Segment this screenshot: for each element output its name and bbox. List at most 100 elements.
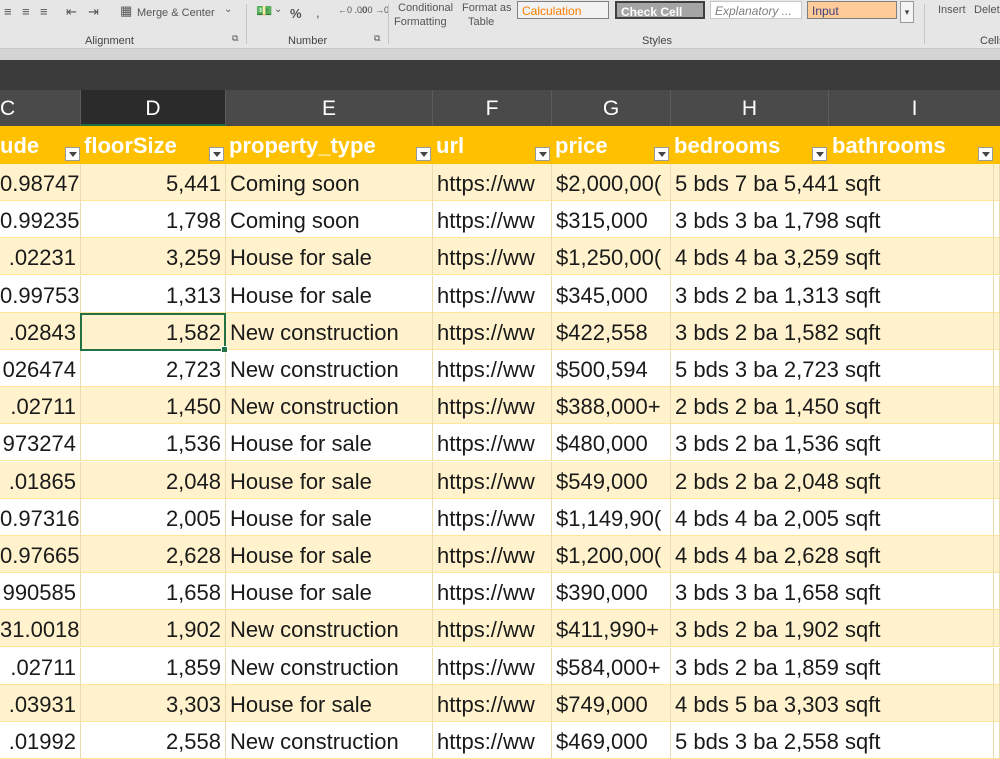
filter-dropdown-icon[interactable]: [209, 147, 224, 161]
next-column-cell[interactable]: [993, 275, 1000, 313]
next-column-cell[interactable]: [993, 201, 1000, 239]
floorsize-cell[interactable]: 3,303: [81, 684, 226, 722]
property-type-cell[interactable]: New construction: [226, 312, 433, 350]
price-cell[interactable]: $315,000: [552, 201, 671, 239]
property-type-cell[interactable]: Coming soon: [226, 201, 433, 239]
longitude-cell[interactable]: 0.99753: [0, 275, 81, 313]
next-column-cell[interactable]: [993, 498, 1000, 536]
style-input[interactable]: Input: [807, 1, 897, 19]
conditional-formatting-button[interactable]: Conditional: [398, 2, 453, 14]
property-type-cell[interactable]: House for sale: [226, 238, 433, 276]
longitude-cell[interactable]: .01865: [0, 461, 81, 499]
style-explanatory[interactable]: Explanatory ...: [710, 1, 802, 19]
format-as-table-button[interactable]: Format as: [462, 2, 512, 14]
filter-dropdown-icon[interactable]: [654, 147, 669, 161]
style-calculation[interactable]: Calculation: [517, 1, 609, 19]
longitude-cell[interactable]: 0.98747: [0, 164, 81, 201]
next-column-cell[interactable]: [993, 722, 1000, 759]
column-header-c[interactable]: C: [0, 90, 81, 126]
bedrooms-cell[interactable]: 3 bds 2 ba 1,859 sqft: [671, 648, 961, 685]
floorsize-cell[interactable]: 1,450: [81, 387, 226, 425]
url-cell[interactable]: https://ww: [433, 461, 552, 499]
longitude-cell[interactable]: .02711: [0, 387, 81, 425]
price-cell[interactable]: $2,000,00(: [552, 164, 671, 201]
property-type-cell[interactable]: House for sale: [226, 498, 433, 536]
bedrooms-cell[interactable]: 2 bds 2 ba 2,048 sqft: [671, 462, 961, 499]
bedrooms-cell[interactable]: 2 bds 2 ba 1,450 sqft: [671, 387, 961, 424]
longitude-cell[interactable]: 0.97665: [0, 536, 81, 573]
align-right-icon[interactable]: ≡: [40, 4, 48, 19]
floorsize-cell[interactable]: 1,798: [81, 201, 226, 239]
bedrooms-cell[interactable]: 5 bds 3 ba 2,558 sqft: [671, 722, 961, 759]
bedrooms-cell[interactable]: 4 bds 4 ba 2,005 sqft: [671, 499, 961, 536]
property-type-cell[interactable]: New construction: [226, 387, 433, 425]
floorsize-cell[interactable]: 2,048: [81, 461, 226, 499]
conditional-formatting-button-line2[interactable]: Formatting: [394, 16, 447, 28]
insert-button[interactable]: Insert: [938, 4, 966, 16]
price-cell[interactable]: $390,000: [552, 573, 671, 611]
column-header-d[interactable]: D: [81, 90, 226, 126]
floorsize-cell[interactable]: 1,902: [81, 610, 226, 648]
bedrooms-cell[interactable]: 3 bds 2 ba 1,902 sqft: [671, 610, 961, 647]
bedrooms-cell[interactable]: 4 bds 4 ba 2,628 sqft: [671, 536, 961, 573]
currency-icon[interactable]: 💵: [256, 3, 272, 19]
floorsize-cell[interactable]: 2,723: [81, 350, 226, 387]
url-cell[interactable]: https://ww: [433, 647, 552, 685]
property-type-cell[interactable]: Coming soon: [226, 164, 433, 201]
merge-center-icon[interactable]: ▦: [120, 3, 132, 19]
bedrooms-cell[interactable]: 3 bds 3 ba 1,798 sqft: [671, 201, 961, 238]
filter-dropdown-icon[interactable]: [812, 147, 827, 161]
url-cell[interactable]: https://ww: [433, 164, 552, 201]
next-column-cell[interactable]: [993, 387, 1000, 425]
dialog-launcher-icon[interactable]: ⧉: [374, 33, 380, 44]
filter-dropdown-icon[interactable]: [535, 147, 550, 161]
url-cell[interactable]: https://ww: [433, 424, 552, 462]
next-column-cell[interactable]: [993, 164, 1000, 201]
next-column-cell[interactable]: [993, 684, 1000, 722]
longitude-cell[interactable]: 026474: [0, 350, 81, 387]
floorsize-cell[interactable]: 1,313: [81, 275, 226, 313]
bedrooms-cell[interactable]: 5 bds 3 ba 2,723 sqft: [671, 350, 961, 387]
column-header-f[interactable]: F: [433, 90, 552, 126]
floorsize-cell[interactable]: 3,259: [81, 238, 226, 276]
price-cell[interactable]: $549,000: [552, 461, 671, 499]
next-column-cell[interactable]: [993, 573, 1000, 611]
column-header-e[interactable]: E: [226, 90, 433, 126]
style-check-cell[interactable]: Check Cell: [615, 1, 705, 19]
property-type-cell[interactable]: House for sale: [226, 461, 433, 499]
longitude-cell[interactable]: 0.97316: [0, 498, 81, 536]
bedrooms-cell[interactable]: 4 bds 4 ba 3,259 sqft: [671, 238, 961, 275]
decrease-indent-icon[interactable]: ⇤: [66, 4, 77, 20]
longitude-cell[interactable]: 31.0018: [0, 610, 81, 648]
next-column-cell[interactable]: [993, 461, 1000, 499]
url-cell[interactable]: https://ww: [433, 201, 552, 239]
filter-dropdown-icon[interactable]: [978, 147, 993, 161]
price-cell[interactable]: $411,990+: [552, 610, 671, 648]
floorsize-cell[interactable]: 1,859: [81, 647, 226, 685]
floorsize-cell[interactable]: 1,536: [81, 424, 226, 462]
price-cell[interactable]: $388,000+: [552, 387, 671, 425]
property-type-cell[interactable]: New construction: [226, 722, 433, 759]
styles-gallery-scroll[interactable]: ▾: [900, 1, 914, 23]
longitude-cell[interactable]: 973274: [0, 424, 81, 462]
dialog-launcher-icon[interactable]: ⧉: [232, 33, 238, 44]
bedrooms-cell[interactable]: 5 bds 7 ba 5,441 sqft: [671, 164, 961, 201]
floorsize-cell[interactable]: 2,558: [81, 722, 226, 759]
floorsize-cell[interactable]: 5,441: [81, 164, 226, 201]
filter-dropdown-icon[interactable]: [416, 147, 431, 161]
floorsize-cell[interactable]: 1,658: [81, 573, 226, 611]
column-header-h[interactable]: H: [671, 90, 829, 126]
url-cell[interactable]: https://ww: [433, 312, 552, 350]
longitude-cell[interactable]: .02711: [0, 647, 81, 685]
align-center-icon[interactable]: ≡: [22, 4, 30, 19]
url-cell[interactable]: https://ww: [433, 610, 552, 648]
price-cell[interactable]: $584,000+: [552, 647, 671, 685]
property-type-cell[interactable]: New construction: [226, 610, 433, 648]
delete-button[interactable]: Delet: [974, 4, 1000, 16]
url-cell[interactable]: https://ww: [433, 722, 552, 759]
next-column-cell[interactable]: [993, 424, 1000, 462]
longitude-cell[interactable]: .03931: [0, 684, 81, 722]
url-cell[interactable]: https://ww: [433, 498, 552, 536]
longitude-cell[interactable]: .02231: [0, 238, 81, 276]
url-cell[interactable]: https://ww: [433, 350, 552, 387]
